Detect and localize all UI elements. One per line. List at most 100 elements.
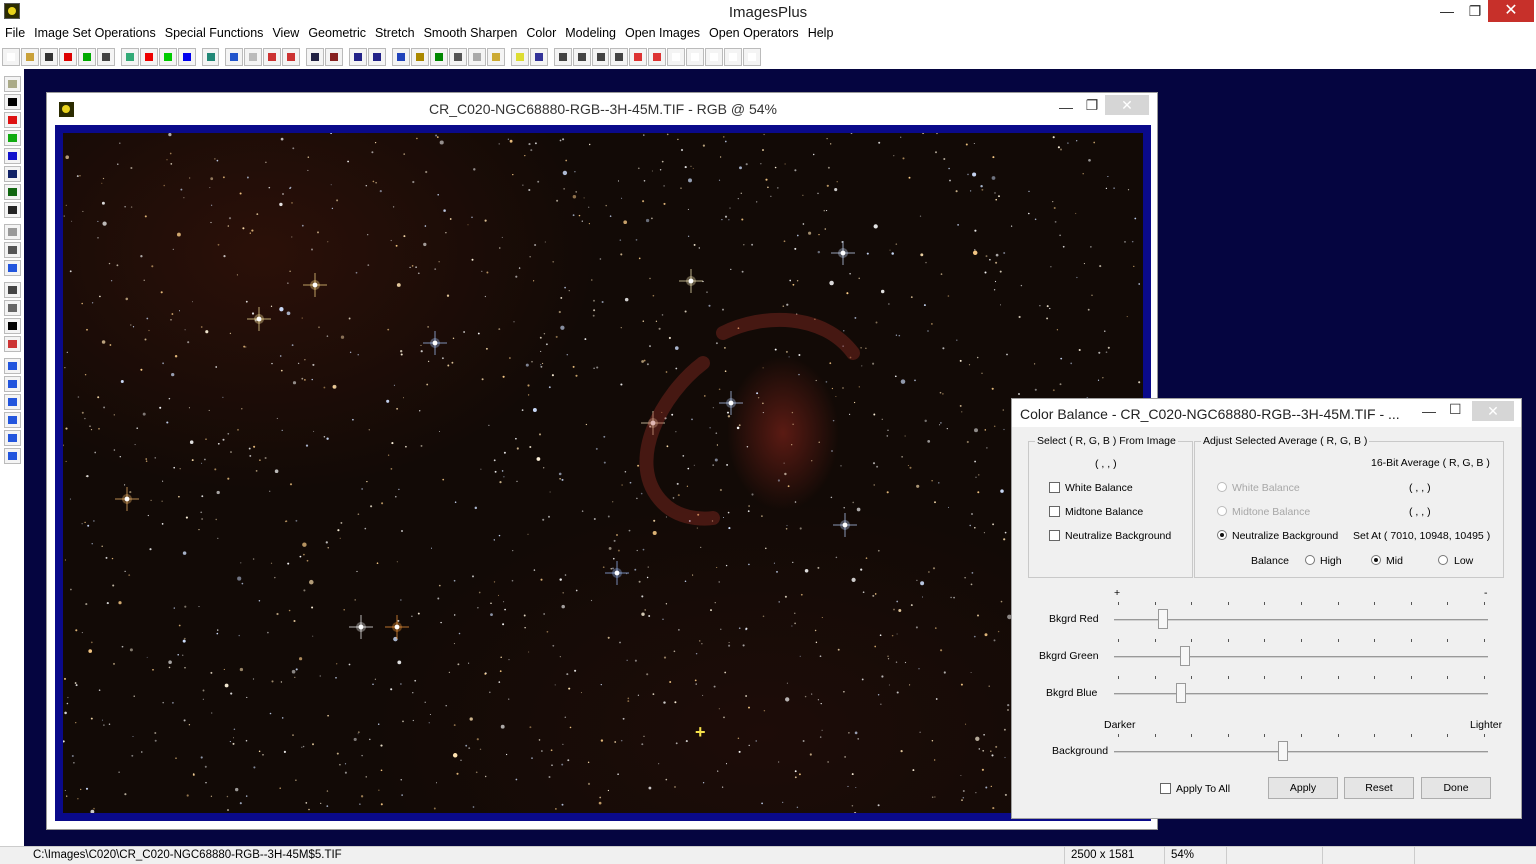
tool-flip-icon[interactable]	[4, 448, 21, 464]
dialog-maximize-button[interactable]: ☐	[1449, 401, 1462, 418]
image-info-icon[interactable]	[486, 48, 505, 66]
menu-help[interactable]: Help	[803, 24, 838, 44]
close-all-icon[interactable]	[77, 48, 96, 66]
slider-thumb[interactable]	[1176, 683, 1186, 703]
white-balance-radio[interactable]	[1217, 482, 1227, 492]
tool-rotate-icon[interactable]	[4, 224, 21, 240]
window-arrange-icon[interactable]	[705, 48, 724, 66]
apply-to-all-checkbox[interactable]	[1160, 783, 1171, 794]
menu-file[interactable]: File	[0, 24, 29, 44]
redo-icon[interactable]	[244, 48, 263, 66]
neutralize-background-radio[interactable]	[1217, 530, 1227, 540]
slider-thumb[interactable]	[1158, 609, 1168, 629]
crosshair-icon[interactable]	[448, 48, 467, 66]
midtone-balance-radio[interactable]	[1217, 506, 1227, 516]
zoom-out-icon[interactable]	[572, 48, 591, 66]
tool-select-icon[interactable]	[4, 282, 21, 298]
neutralize-background-checkbox[interactable]	[1049, 530, 1060, 541]
redo-all-icon[interactable]	[282, 48, 301, 66]
color-balance-dialog[interactable]: Color Balance - CR_C020-NGC68880-RGB--3H…	[1011, 398, 1522, 819]
brush-icon[interactable]	[510, 48, 529, 66]
curve-icon[interactable]	[410, 48, 429, 66]
tool-red-stamp-icon[interactable]	[4, 336, 21, 352]
tool-green-icon[interactable]	[4, 130, 21, 146]
red-channel-icon[interactable]	[139, 48, 158, 66]
menu-smooth-sharpen[interactable]: Smooth Sharpen	[419, 24, 522, 44]
done-button[interactable]: Done	[1421, 777, 1491, 799]
open-folder-icon[interactable]	[20, 48, 39, 66]
slider-thumb[interactable]	[1278, 741, 1288, 761]
close-image-icon[interactable]	[58, 48, 77, 66]
slider-track[interactable]	[1114, 656, 1488, 658]
menu-open-operators[interactable]: Open Operators	[704, 24, 803, 44]
image-window[interactable]: CR_C020-NGC68880-RGB--3H-45M.TIF - RGB @…	[46, 92, 1158, 830]
balance-low-radio[interactable]	[1438, 555, 1448, 565]
app-minimize-button[interactable]: —	[1432, 0, 1462, 22]
menu-image-set-operations[interactable]: Image Set Operations	[29, 24, 160, 44]
balance-mid-radio[interactable]	[1371, 555, 1381, 565]
new-file-icon[interactable]	[2, 48, 20, 66]
tool-mask-icon[interactable]	[4, 202, 21, 218]
window-cascade-icon[interactable]	[686, 48, 705, 66]
app-close-button[interactable]: ✕	[1488, 0, 1534, 22]
tool-rotate-right-icon[interactable]	[4, 430, 21, 446]
tool-blue-icon[interactable]	[4, 148, 21, 164]
line-tool-icon[interactable]	[349, 48, 368, 66]
green-channel-icon[interactable]	[158, 48, 177, 66]
menu-view[interactable]: View	[267, 24, 303, 44]
blue-channel-icon[interactable]	[177, 48, 196, 66]
menu-stretch[interactable]: Stretch	[370, 24, 419, 44]
remove-frame-icon[interactable]	[648, 48, 667, 66]
tool-pan-icon[interactable]	[4, 358, 21, 374]
tool-move-icon[interactable]	[4, 260, 21, 276]
dialog-minimize-button[interactable]: —	[1422, 403, 1436, 419]
matrix-icon[interactable]	[529, 48, 548, 66]
tool-black-icon[interactable]	[4, 94, 21, 110]
window-tile-icon[interactable]	[667, 48, 686, 66]
star-select-icon[interactable]	[306, 48, 325, 66]
white-balance-checkbox[interactable]	[1049, 482, 1060, 493]
menu-open-images[interactable]: Open Images	[620, 24, 704, 44]
midtone-balance-checkbox[interactable]	[1049, 506, 1060, 517]
save-icon[interactable]	[39, 48, 58, 66]
window-minimize-all-icon[interactable]	[743, 48, 762, 66]
tool-invert-icon[interactable]	[4, 318, 21, 334]
zoom-in-icon[interactable]	[553, 48, 572, 66]
undo-icon[interactable]	[225, 48, 244, 66]
grid-view-icon[interactable]	[201, 48, 220, 66]
menu-color[interactable]: Color	[521, 24, 560, 44]
balance-high-radio[interactable]	[1305, 555, 1315, 565]
bkgrd-green-slider[interactable]	[1114, 638, 1488, 668]
window-restore-icon[interactable]	[724, 48, 743, 66]
background-slider[interactable]	[1114, 733, 1488, 763]
apply-button[interactable]: Apply	[1268, 777, 1338, 799]
reset-button[interactable]: Reset	[1344, 777, 1414, 799]
tool-align-icon[interactable]	[4, 300, 21, 316]
star-mask-icon[interactable]	[325, 48, 344, 66]
image-window-titlebar[interactable]: CR_C020-NGC68880-RGB--3H-45M.TIF - RGB @…	[47, 93, 1157, 125]
tool-save-icon[interactable]	[4, 76, 21, 92]
app-maximize-button[interactable]: ❐	[1460, 0, 1490, 22]
tool-red-icon[interactable]	[4, 112, 21, 128]
tool-rotate-left-icon[interactable]	[4, 412, 21, 428]
add-frame-icon[interactable]	[629, 48, 648, 66]
image-maximize-button[interactable]: ❐	[1081, 97, 1103, 114]
add-icon[interactable]	[429, 48, 448, 66]
bkgrd-blue-slider[interactable]	[1114, 675, 1488, 705]
menu-special-functions[interactable]: Special Functions	[160, 24, 268, 44]
star-field-image[interactable]: +	[63, 133, 1143, 813]
tool-arrow-right-icon[interactable]	[4, 394, 21, 410]
bkgrd-red-slider[interactable]	[1114, 601, 1488, 631]
slider-thumb[interactable]	[1180, 646, 1190, 666]
zoom-actual-icon[interactable]	[610, 48, 629, 66]
points-tool-icon[interactable]	[368, 48, 387, 66]
image-close-button[interactable]: ✕	[1105, 95, 1149, 115]
slider-track[interactable]	[1114, 693, 1488, 695]
color-balance-titlebar[interactable]: Color Balance - CR_C020-NGC68880-RGB--3H…	[1012, 399, 1521, 427]
menu-geometric[interactable]: Geometric	[303, 24, 370, 44]
tool-dark-green-icon[interactable]	[4, 184, 21, 200]
histogram-icon[interactable]	[392, 48, 410, 66]
image-minimize-button[interactable]: —	[1055, 99, 1077, 115]
tool-arrow-up-icon[interactable]	[4, 376, 21, 392]
print-icon[interactable]	[96, 48, 115, 66]
